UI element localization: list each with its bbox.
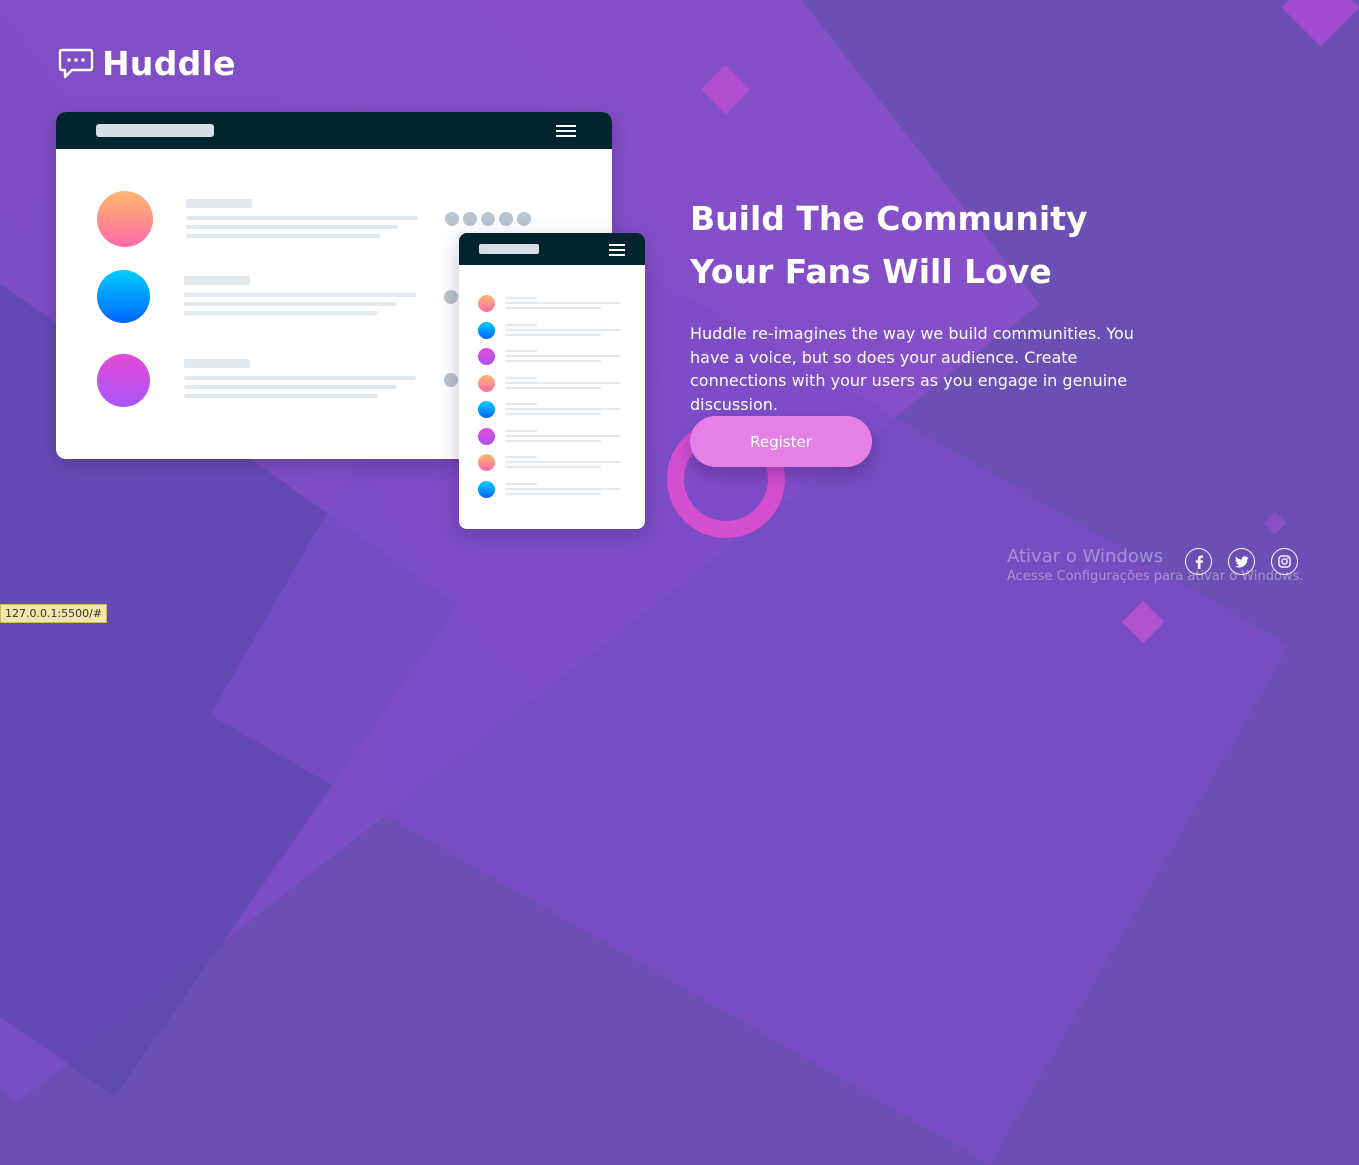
avatar [478, 322, 495, 339]
mobile-mockup [459, 233, 645, 529]
hero-title-line2: Your Fans Will Love [690, 252, 1052, 291]
decor-diamond [1281, 0, 1359, 47]
avatar [478, 454, 495, 471]
brand-logo: Huddle [58, 44, 236, 83]
avatar [478, 348, 495, 365]
mockup-text-lines [186, 199, 418, 243]
mockup-header [459, 233, 645, 265]
mockup-dots [444, 290, 458, 304]
brand-name: Huddle [102, 44, 236, 83]
mockup-header [56, 112, 612, 149]
mockup-title-placeholder [96, 124, 214, 137]
hamburger-icon [609, 244, 625, 256]
avatar [478, 295, 495, 312]
mockup-row [97, 270, 150, 323]
mockup-text-lines [184, 359, 416, 403]
decor-diamond [1263, 511, 1287, 535]
mockup-title-placeholder [479, 244, 539, 254]
avatar [478, 401, 495, 418]
avatar [97, 191, 153, 247]
chat-bubble-icon [58, 48, 94, 78]
register-button[interactable]: Register [690, 416, 872, 467]
avatar [478, 481, 495, 498]
hero-title: Build The Community Your Fans Will Love [690, 192, 1190, 298]
avatar [97, 354, 150, 407]
avatar [97, 270, 150, 323]
avatar [478, 375, 495, 392]
browser-status-url: 127.0.0.1:5500/# [0, 604, 108, 623]
facebook-icon[interactable] [1185, 548, 1212, 575]
mockup-text-lines [184, 276, 416, 320]
hero-description: Huddle re-imagines the way we build comm… [690, 324, 1134, 414]
mockup-dots [444, 373, 458, 387]
mockup-row [97, 191, 153, 247]
social-links [1185, 548, 1298, 575]
mockup-dots [445, 212, 531, 226]
mockup-row [97, 354, 150, 407]
avatar [478, 428, 495, 445]
hero-title-line1: Build The Community [690, 199, 1088, 238]
twitter-icon[interactable] [1228, 548, 1255, 575]
hamburger-icon [556, 125, 576, 137]
instagram-icon[interactable] [1271, 548, 1298, 575]
